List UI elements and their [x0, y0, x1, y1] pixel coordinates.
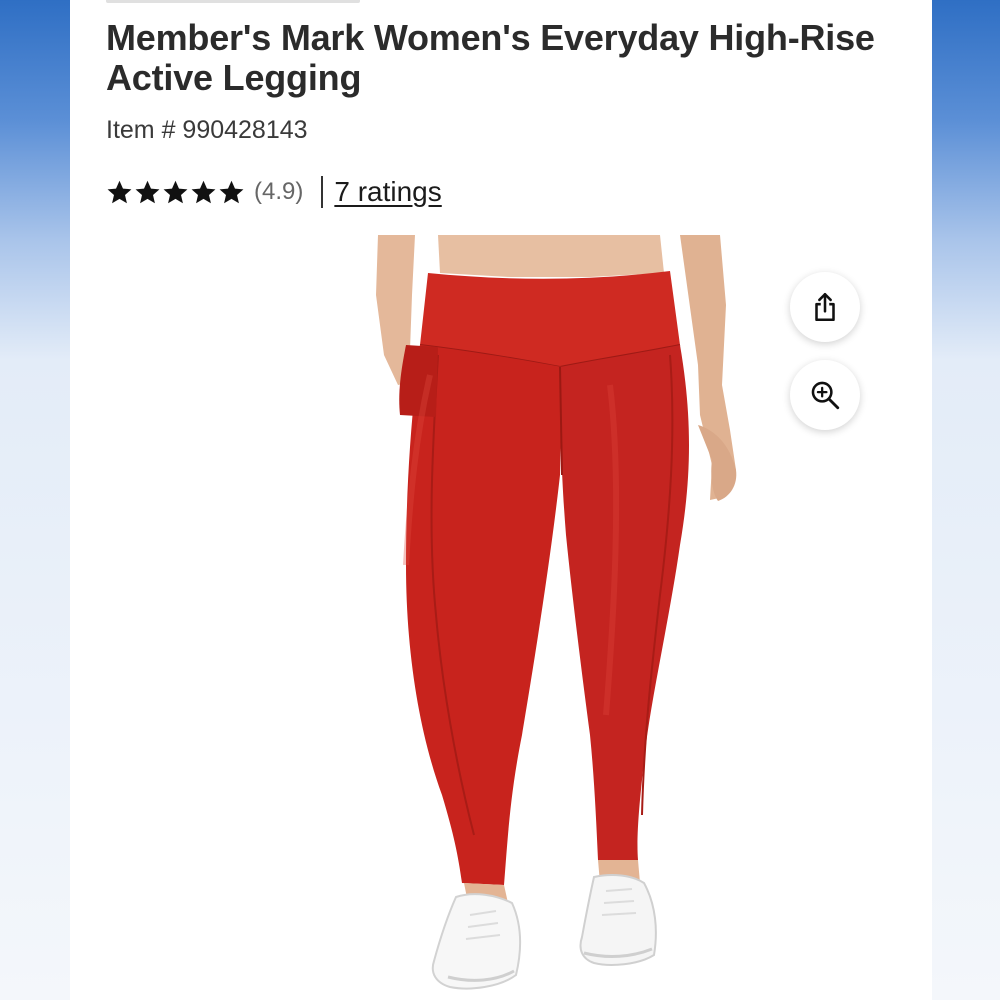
share-icon: [815, 292, 835, 322]
rating-divider: [321, 176, 324, 208]
top-divider: [106, 0, 360, 3]
background-left: [0, 0, 70, 1000]
star-rating: [106, 179, 245, 206]
ratings-link[interactable]: 7 ratings: [334, 176, 441, 208]
star-icon: [163, 180, 188, 203]
product-title: Member's Mark Women's Everyday High-Rise…: [106, 17, 875, 98]
rating-value: (4.9): [254, 178, 304, 205]
product-image[interactable]: [260, 235, 760, 1000]
product-page: Member's Mark Women's Everyday High-Rise…: [70, 0, 932, 1000]
star-icon: [107, 180, 132, 203]
star-icon: [191, 180, 216, 203]
background-right: [930, 0, 1000, 1000]
rating-row: (4.9) 7 ratings: [106, 172, 442, 212]
star-icon: [135, 180, 160, 203]
zoom-button[interactable]: [790, 360, 860, 430]
zoom-in-icon: [811, 381, 840, 410]
item-number: Item # 990428143: [106, 116, 308, 144]
share-button[interactable]: [790, 272, 860, 342]
star-icon: [219, 180, 244, 203]
